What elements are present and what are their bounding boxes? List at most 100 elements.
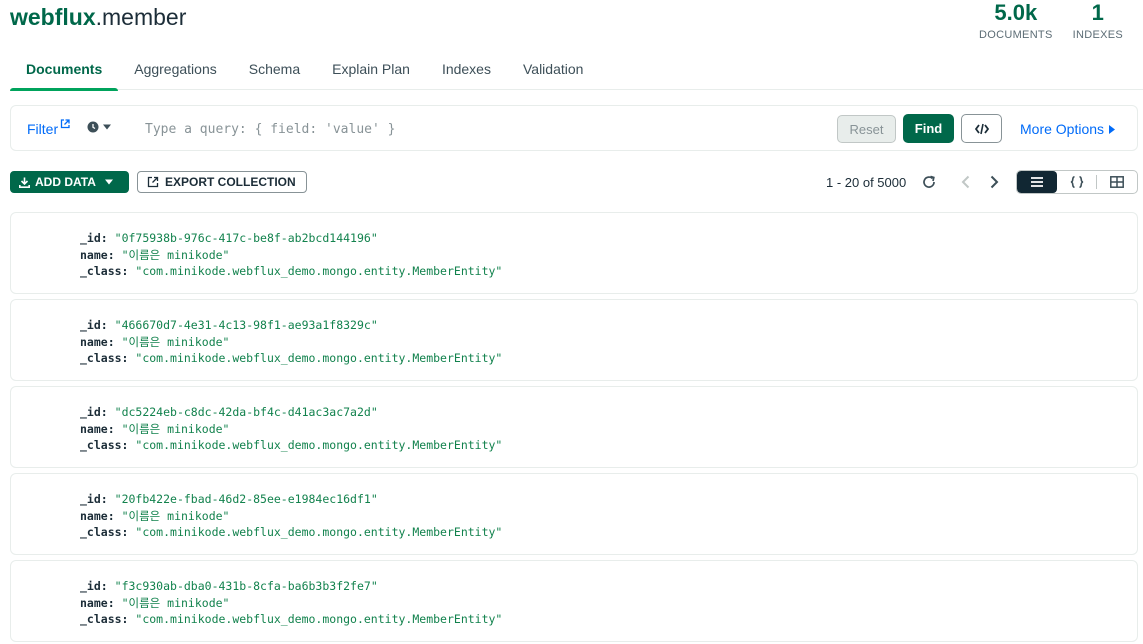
tab-aggregations[interactable]: Aggregations (118, 52, 233, 90)
field-value: "com.minikode.webflux_demo.mongo.entity.… (135, 525, 503, 539)
field-value: "f3c930ab-dba0-431b-8cfa-ba6b3b3f2fe7" (114, 579, 378, 593)
field-key: _id: (80, 492, 108, 506)
document-field: name: "이름은 minikode" (80, 508, 1137, 525)
document-field: _class: "com.minikode.webflux_demo.mongo… (80, 524, 1137, 541)
json-view-button[interactable] (1057, 171, 1097, 193)
tab-explain-plan[interactable]: Explain Plan (316, 52, 426, 90)
stat-indexes: 1 INDEXES (1073, 0, 1123, 41)
tab-indexes[interactable]: Indexes (426, 52, 507, 90)
chevron-down-icon (103, 124, 111, 130)
document-field: _id: "dc5224eb-c8dc-42da-bf4c-d41ac3ac7a… (80, 404, 1137, 421)
document-field: _id: "f3c930ab-dba0-431b-8cfa-ba6b3b3f2f… (80, 578, 1137, 595)
json-view-icon (1070, 176, 1083, 188)
document-field: name: "이름은 minikode" (80, 421, 1137, 438)
field-value: "20fb422e-fbad-46d2-85ee-e1984ec16df1" (114, 492, 378, 506)
field-key: name: (80, 247, 115, 262)
reset-button[interactable]: Reset (837, 115, 896, 143)
tab-validation[interactable]: Validation (507, 52, 599, 90)
document-card[interactable]: _id: "20fb422e-fbad-46d2-85ee-e1984ec16d… (10, 473, 1138, 555)
export-icon (147, 176, 159, 188)
stat-documents-label: DOCUMENTS (979, 29, 1053, 41)
field-key: name: (80, 334, 115, 349)
view-switcher (1016, 170, 1138, 194)
document-field: _class: "com.minikode.webflux_demo.mongo… (80, 437, 1137, 454)
documents-toolbar: ADD DATA EXPORT COLLECTION 1 - 20 of 500… (10, 170, 1138, 194)
refresh-icon[interactable] (921, 174, 937, 190)
code-icon (974, 123, 989, 134)
field-key: _class: (80, 438, 129, 452)
list-view-icon (1030, 177, 1043, 187)
collection-name: .member (95, 4, 187, 30)
document-card[interactable]: _id: "f3c930ab-dba0-431b-8cfa-ba6b3b3f2f… (10, 560, 1138, 642)
document-field: _class: "com.minikode.webflux_demo.mongo… (80, 611, 1137, 628)
document-field: _id: "0f75938b-976c-417c-be8f-ab2bcd1441… (80, 230, 1137, 247)
export-code-button[interactable] (961, 114, 1002, 143)
document-list: _id: "0f75938b-976c-417c-be8f-ab2bcd1441… (10, 212, 1138, 644)
document-field: _class: "com.minikode.webflux_demo.mongo… (80, 263, 1137, 280)
collection-tabs: Documents Aggregations Schema Explain Pl… (10, 52, 1143, 91)
document-field: _id: "466670d7-4e31-4c13-98f1-ae93a1f832… (80, 317, 1137, 334)
field-key: name: (80, 508, 115, 523)
field-value: "466670d7-4e31-4c13-98f1-ae93a1f8329c" (114, 318, 378, 332)
query-history-button[interactable] (87, 121, 111, 133)
add-data-label: ADD DATA (35, 175, 96, 189)
stat-indexes-label: INDEXES (1072, 29, 1123, 41)
field-key: _id: (80, 579, 108, 593)
download-icon (19, 177, 30, 188)
find-button[interactable]: Find (903, 114, 954, 143)
field-value: "이름은 minikode" (121, 334, 230, 349)
query-input[interactable] (145, 117, 795, 141)
database-name: webflux (10, 4, 96, 30)
field-key: _class: (80, 525, 129, 539)
stat-documents: 5.0k DOCUMENTS (979, 0, 1053, 41)
filter-label: Filter (27, 121, 59, 137)
collection-stats: 5.0k DOCUMENTS 1 INDEXES (979, 0, 1123, 41)
document-field: name: "이름은 minikode" (80, 334, 1137, 351)
export-collection-button[interactable]: EXPORT COLLECTION (137, 171, 307, 193)
external-link-icon (60, 119, 70, 129)
more-options-button[interactable]: More Options (1020, 121, 1116, 137)
add-data-button[interactable]: ADD DATA (10, 171, 129, 193)
tab-documents[interactable]: Documents (10, 52, 119, 91)
field-value: "이름은 minikode" (121, 595, 230, 610)
field-value: "0f75938b-976c-417c-be8f-ab2bcd144196" (114, 231, 378, 245)
stat-documents-value: 5.0k (994, 0, 1038, 25)
chevron-right-icon[interactable] (988, 174, 1000, 190)
pagination-range: 1 - 20 of 5000 (826, 175, 907, 190)
filter-link[interactable]: Filter (27, 119, 70, 137)
table-view-button[interactable] (1097, 171, 1137, 193)
field-key: _id: (80, 405, 108, 419)
field-value: "이름은 minikode" (121, 508, 230, 523)
document-card[interactable]: _id: "0f75938b-976c-417c-be8f-ab2bcd1441… (10, 212, 1138, 294)
stat-indexes-value: 1 (1091, 0, 1104, 25)
field-key: name: (80, 595, 115, 610)
field-key: _id: (80, 231, 108, 245)
document-field: name: "이름은 minikode" (80, 247, 1137, 264)
document-field: _class: "com.minikode.webflux_demo.mongo… (80, 350, 1137, 367)
field-value: "com.minikode.webflux_demo.mongo.entity.… (135, 438, 503, 452)
list-view-button[interactable] (1017, 171, 1057, 193)
field-key: _id: (80, 318, 108, 332)
field-value: "com.minikode.webflux_demo.mongo.entity.… (135, 612, 503, 626)
field-key: name: (80, 421, 115, 436)
field-value: "com.minikode.webflux_demo.mongo.entity.… (135, 264, 503, 278)
more-options-label: More Options (1020, 121, 1105, 137)
field-value: "이름은 minikode" (121, 421, 230, 436)
document-card[interactable]: _id: "dc5224eb-c8dc-42da-bf4c-d41ac3ac7a… (10, 386, 1138, 468)
field-key: _class: (80, 612, 129, 626)
document-field: name: "이름은 minikode" (80, 595, 1137, 612)
query-bar: Filter Reset Find More Options (10, 105, 1138, 151)
caret-right-icon (1109, 124, 1116, 134)
export-collection-label: EXPORT COLLECTION (165, 175, 296, 189)
field-value: "com.minikode.webflux_demo.mongo.entity.… (135, 351, 503, 365)
table-view-icon (1110, 176, 1125, 188)
field-key: _class: (80, 264, 129, 278)
clock-icon (87, 121, 99, 133)
field-value: "이름은 minikode" (121, 247, 230, 262)
collection-title: webflux .member (10, 4, 186, 34)
document-field: _id: "20fb422e-fbad-46d2-85ee-e1984ec16d… (80, 491, 1137, 508)
chevron-down-icon (104, 179, 113, 185)
document-card[interactable]: _id: "466670d7-4e31-4c13-98f1-ae93a1f832… (10, 299, 1138, 381)
chevron-left-icon[interactable] (960, 174, 972, 190)
tab-schema[interactable]: Schema (233, 52, 316, 90)
